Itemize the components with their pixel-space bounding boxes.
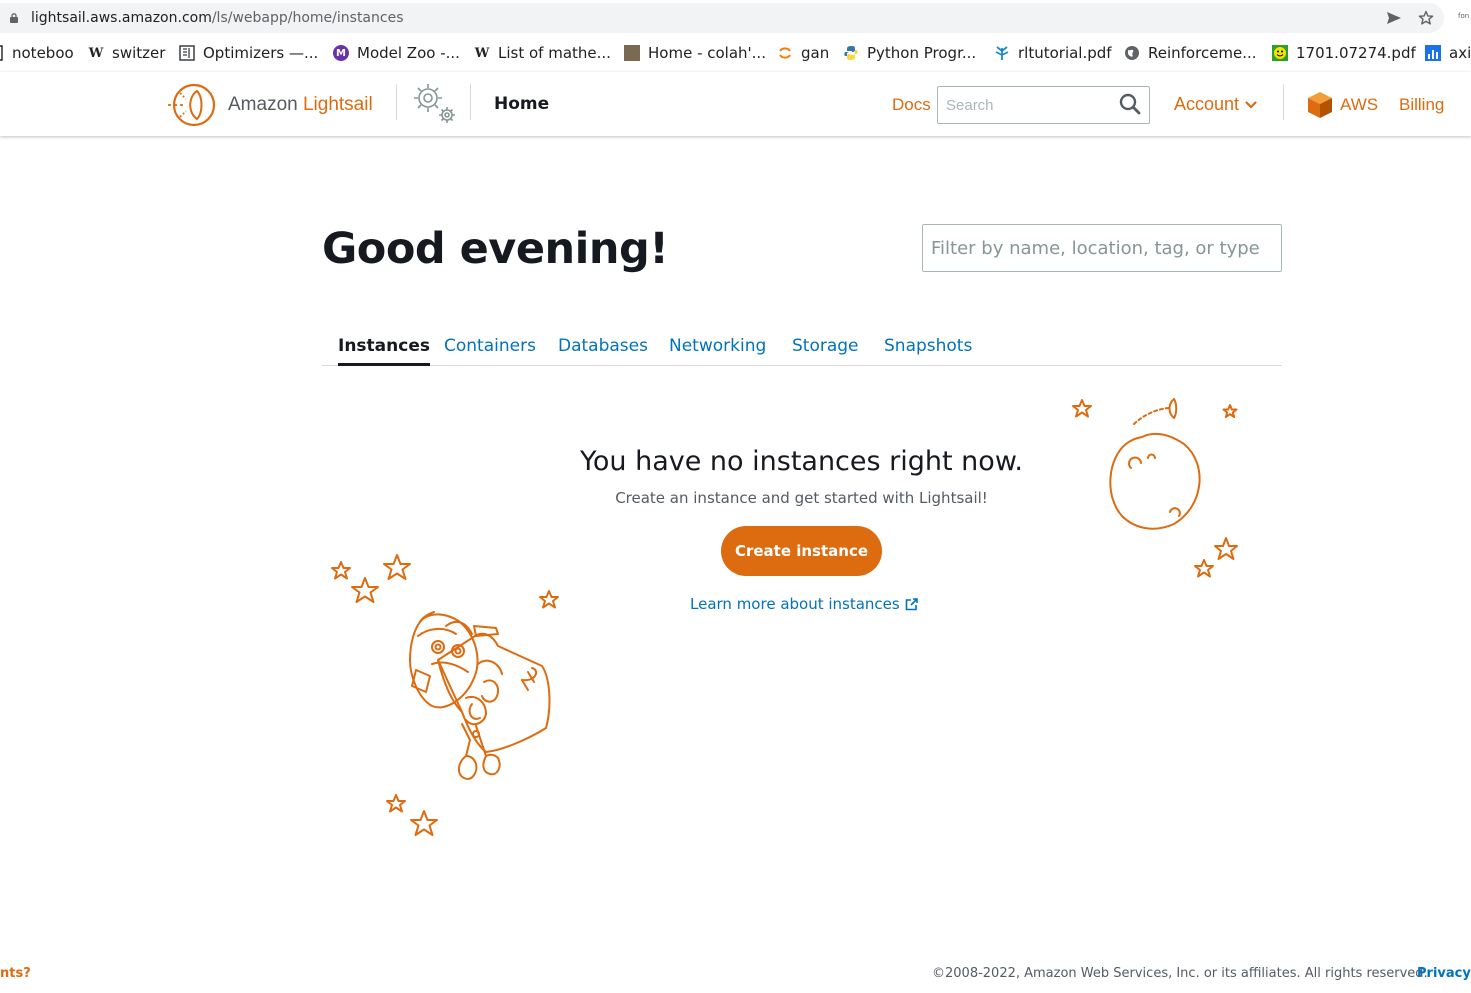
footer-help-link[interactable]: nts? <box>0 966 31 981</box>
bookmark-item[interactable]: rltutorial.pdf <box>994 43 1112 63</box>
tab-storage[interactable]: Storage <box>792 336 859 356</box>
smiley-icon <box>1272 45 1288 61</box>
bookmark-label: noteboo <box>12 44 74 62</box>
tab-snapshots[interactable]: Snapshots <box>884 336 972 356</box>
page-icon <box>0 45 4 61</box>
docs-link[interactable]: Docs <box>892 95 931 115</box>
lightsail-logo[interactable]: Amazon Lightsail <box>166 82 373 128</box>
doc-icon <box>179 45 195 61</box>
bookmark-label: 1701.07274.pdf <box>1296 44 1416 62</box>
header-divider <box>1283 84 1284 120</box>
url-host: lightsail.aws.amazon.com <box>31 10 212 26</box>
tab-instances[interactable]: Instances <box>338 336 430 366</box>
bookmark-label: Python Progr... <box>867 44 977 62</box>
image-icon <box>624 45 640 61</box>
moon-illustration <box>1072 398 1238 578</box>
bookmark-item[interactable]: noteboo <box>0 43 74 63</box>
tab-networking[interactable]: Networking <box>669 336 766 356</box>
bookmark-label: rltutorial.pdf <box>1018 44 1112 62</box>
python-icon <box>843 45 859 61</box>
m-circle-icon: M <box>333 45 349 61</box>
billing-link[interactable]: Billing <box>1399 95 1444 115</box>
bookmark-label: Home - colah'... <box>648 44 766 62</box>
filter-input[interactable] <box>922 224 1282 272</box>
search-icon[interactable] <box>1119 93 1141 115</box>
aws-cube-icon[interactable] <box>1307 91 1333 119</box>
url-path: /ls/webapp/home/instances <box>211 10 404 26</box>
lock-icon[interactable] <box>9 13 19 23</box>
tree-icon <box>994 45 1010 61</box>
brand-prefix: Amazon <box>228 94 303 115</box>
bookmark-item[interactable]: Optimizers —... <box>179 43 318 63</box>
tab-databases[interactable]: Databases <box>558 336 648 356</box>
bookmark-item[interactable]: gan <box>777 43 829 63</box>
bookmark-item[interactable]: M Model Zoo -... <box>333 43 460 63</box>
footer-copyright: ©2008-2022, Amazon Web Services, Inc. or… <box>932 966 1428 981</box>
header-divider <box>470 84 471 120</box>
wikipedia-icon: W <box>474 45 490 61</box>
account-menu[interactable]: Account <box>1174 94 1239 115</box>
resource-tabs: Instances Containers Databases Networkin… <box>322 330 1282 366</box>
learn-more-label: Learn more about instances <box>690 595 900 613</box>
page-title-home[interactable]: Home <box>494 94 549 114</box>
url-text[interactable]: lightsail.aws.amazon.com/ls/webapp/home/… <box>31 10 404 26</box>
aws-console-link[interactable]: AWS <box>1340 95 1378 115</box>
chart-icon <box>1425 45 1441 61</box>
empty-state-subtitle: Create an instance and get started with … <box>615 489 988 507</box>
bookmark-label: List of mathe... <box>498 44 611 62</box>
empty-state-title: You have no instances right now. <box>579 446 1024 477</box>
bookmark-item[interactable]: W switzer <box>88 43 166 63</box>
bookmark-label: Model Zoo -... <box>357 44 460 62</box>
bookmark-item[interactable]: Home - colah'... <box>624 43 766 63</box>
bookmark-item[interactable]: Python Progr... <box>843 43 976 63</box>
brand-name: Amazon Lightsail <box>228 94 373 116</box>
learn-more-link[interactable]: Learn more about instances <box>690 595 918 613</box>
bookmark-item[interactable]: W List of mathe... <box>474 43 611 63</box>
extension-label[interactable]: fon <box>1458 12 1469 20</box>
bookmark-label: axis <box>1449 44 1471 62</box>
settings-button[interactable] <box>408 80 460 128</box>
spinner-icon <box>777 45 793 61</box>
chevron-down-icon[interactable] <box>1245 101 1257 109</box>
address-bar[interactable]: lightsail.aws.amazon.com/ls/webapp/home/… <box>0 3 1444 33</box>
browser-toolbar: lightsail.aws.amazon.com/ls/webapp/home/… <box>0 0 1471 36</box>
bookmark-item[interactable]: Reinforceme... <box>1124 43 1257 63</box>
send-tab-icon[interactable] <box>1386 10 1402 26</box>
tab-containers[interactable]: Containers <box>444 336 536 356</box>
brand-accent: Lightsail <box>302 94 373 115</box>
lightsail-header: Amazon Lightsail Home Docs Account AWS B… <box>0 72 1471 136</box>
external-link-icon <box>905 597 918 610</box>
greeting-heading: Good evening! <box>322 224 669 274</box>
bookmark-label: Optimizers —... <box>203 44 319 62</box>
footer-privacy-link[interactable]: Privacy Policy <box>1417 966 1471 981</box>
bookmark-star-icon[interactable] <box>1418 10 1434 26</box>
lightsail-logo-icon <box>168 83 216 127</box>
bookmark-label: gan <box>801 44 830 62</box>
bookmark-item[interactable]: axis <box>1425 43 1471 63</box>
create-instance-button[interactable]: Create instance <box>721 526 882 576</box>
robot-illustration <box>331 554 559 836</box>
globe-icon <box>1124 45 1140 61</box>
bookmark-label: Reinforceme... <box>1148 44 1257 62</box>
gear-icon <box>414 84 455 123</box>
bookmark-item[interactable]: 1701.07274.pdf <box>1272 43 1416 63</box>
header-divider <box>396 84 397 120</box>
wikipedia-icon: W <box>88 45 104 61</box>
bookmarks-bar: noteboo W switzer Optimizers —... M Mode… <box>0 37 1471 68</box>
bookmark-label: switzer <box>112 44 166 62</box>
